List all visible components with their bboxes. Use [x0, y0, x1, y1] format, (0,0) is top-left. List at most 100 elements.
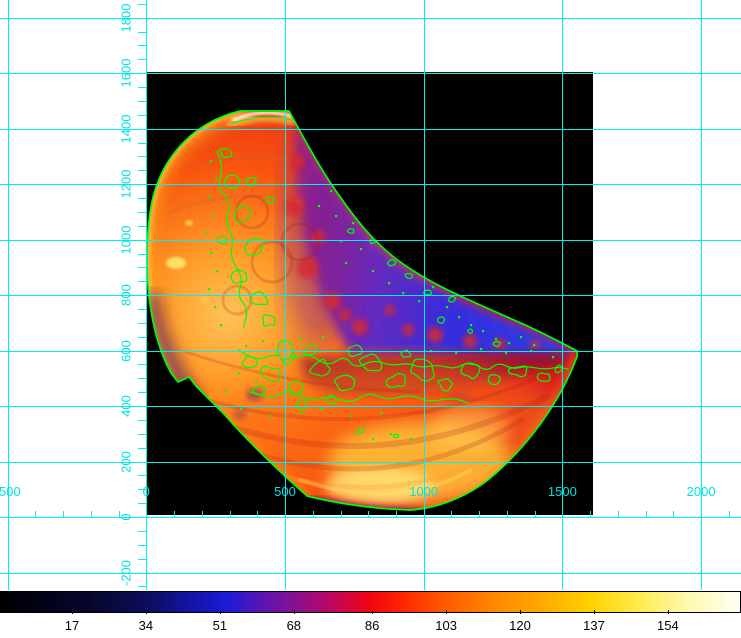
x-axis-minor-tick — [285, 511, 286, 517]
y-axis-minor-tick — [138, 364, 146, 365]
gridline-horizontal — [0, 184, 741, 185]
x-axis-minor-tick — [35, 511, 36, 517]
y-tick-label: 600 — [119, 340, 134, 362]
x-tick-label: 2000 — [687, 484, 716, 499]
y-axis-minor-tick — [138, 281, 146, 282]
y-tick-label: 1800 — [119, 3, 134, 32]
y-axis-minor-tick — [138, 32, 146, 33]
colorbar-tick-label: 154 — [657, 618, 679, 633]
y-tick-label: 1400 — [119, 114, 134, 143]
colorbar-tick-label: 17 — [65, 618, 79, 633]
x-axis-minor-tick — [341, 511, 342, 517]
colorbar-tick-label: 137 — [583, 618, 605, 633]
y-axis-minor-tick — [138, 4, 146, 5]
y-axis-minor-tick — [133, 18, 146, 19]
y-axis-minor-tick — [138, 323, 146, 324]
y-axis-minor-tick — [138, 309, 146, 310]
x-axis-minor-tick — [562, 511, 563, 517]
y-axis-minor-tick — [133, 184, 146, 185]
y-axis-minor-tick — [138, 586, 146, 587]
y-axis-minor-tick — [138, 87, 146, 88]
gridline-horizontal — [0, 240, 741, 241]
y-axis-minor-tick — [138, 503, 146, 504]
y-tick-label: 1000 — [119, 225, 134, 254]
x-tick-label: 0 — [143, 484, 150, 499]
y-axis-minor-tick — [133, 406, 146, 407]
gridline-horizontal — [0, 406, 741, 407]
y-axis-minor-tick — [138, 392, 146, 393]
x-tick-label: 500 — [274, 484, 296, 499]
y-axis-minor-tick — [138, 156, 146, 157]
y-axis-minor-tick — [138, 45, 146, 46]
colorbar — [0, 591, 741, 613]
x-axis-minor-tick — [91, 511, 92, 517]
colorbar-tick-label: 103 — [435, 618, 457, 633]
x-tick-label: 1500 — [548, 484, 577, 499]
gridline-horizontal — [0, 462, 741, 463]
x-axis-minor-tick — [618, 511, 619, 517]
x-axis-minor-tick — [590, 511, 591, 517]
y-tick-label: 1200 — [119, 170, 134, 199]
colorbar-tick — [372, 610, 373, 614]
y-axis-minor-tick — [138, 448, 146, 449]
colorbar-tick — [446, 610, 447, 614]
x-axis-minor-tick — [535, 511, 536, 517]
x-axis-minor-tick — [646, 511, 647, 517]
colorbar-tick-label: 51 — [213, 618, 227, 633]
gridline-horizontal — [0, 573, 741, 574]
y-axis-minor-tick — [138, 559, 146, 560]
y-axis-minor-tick — [138, 115, 146, 116]
y-axis-minor-tick — [138, 420, 146, 421]
gridline-horizontal — [0, 73, 741, 74]
x-axis-minor-tick — [8, 511, 9, 517]
x-axis-minor-tick — [146, 511, 147, 517]
y-axis-minor-tick — [138, 531, 146, 532]
colorbar-tick — [520, 610, 521, 614]
x-axis-minor-tick — [313, 511, 314, 517]
y-tick-label: 200 — [119, 451, 134, 473]
y-axis-minor-tick — [138, 198, 146, 199]
y-axis-minor-tick — [138, 267, 146, 268]
x-tick-label: -500 — [0, 484, 21, 499]
colorbar-tick — [294, 610, 295, 614]
colorbar-tick-label: 86 — [365, 618, 379, 633]
y-axis-minor-tick — [138, 226, 146, 227]
x-axis-minor-tick — [507, 511, 508, 517]
y-axis-minor-tick — [138, 378, 146, 379]
y-axis-minor-tick — [133, 351, 146, 352]
x-axis-minor-tick — [451, 511, 452, 517]
jupiter-false-color-image — [146, 72, 593, 515]
y-axis-minor-tick — [133, 73, 146, 74]
x-axis-minor-tick — [701, 511, 702, 517]
y-tick-label: 800 — [119, 284, 134, 306]
x-axis-minor-tick — [63, 511, 64, 517]
y-axis-minor-tick — [133, 462, 146, 463]
y-tick-label: 1600 — [119, 59, 134, 88]
plot-area: -500050010001500200018001600140012001000… — [0, 0, 741, 638]
x-axis-minor-tick — [479, 511, 480, 517]
y-axis-minor-tick — [138, 545, 146, 546]
x-axis-minor-tick — [202, 511, 203, 517]
gridline-horizontal — [0, 517, 741, 518]
colorbar-tick-label: 68 — [287, 618, 301, 633]
y-axis-minor-tick — [138, 143, 146, 144]
gridline-horizontal — [0, 129, 741, 130]
colorbar-tick-label: 34 — [139, 618, 153, 633]
x-axis-minor-tick — [673, 511, 674, 517]
y-tick-label: 0 — [119, 513, 134, 520]
y-axis-minor-tick — [133, 129, 146, 130]
gridline-horizontal — [0, 351, 741, 352]
y-axis-minor-tick — [133, 573, 146, 574]
y-axis-minor-tick — [133, 240, 146, 241]
colorbar-tick — [72, 610, 73, 614]
colorbar-tick-label: 120 — [509, 618, 531, 633]
planet-disk — [146, 72, 593, 515]
y-axis-minor-tick — [138, 475, 146, 476]
x-axis-minor-tick — [230, 511, 231, 517]
y-axis-minor-tick — [138, 170, 146, 171]
y-axis-minor-tick — [138, 101, 146, 102]
colorbar-tick — [594, 610, 595, 614]
y-axis-minor-tick — [138, 337, 146, 338]
y-axis-minor-tick — [138, 254, 146, 255]
y-tick-label: -200 — [119, 559, 134, 585]
